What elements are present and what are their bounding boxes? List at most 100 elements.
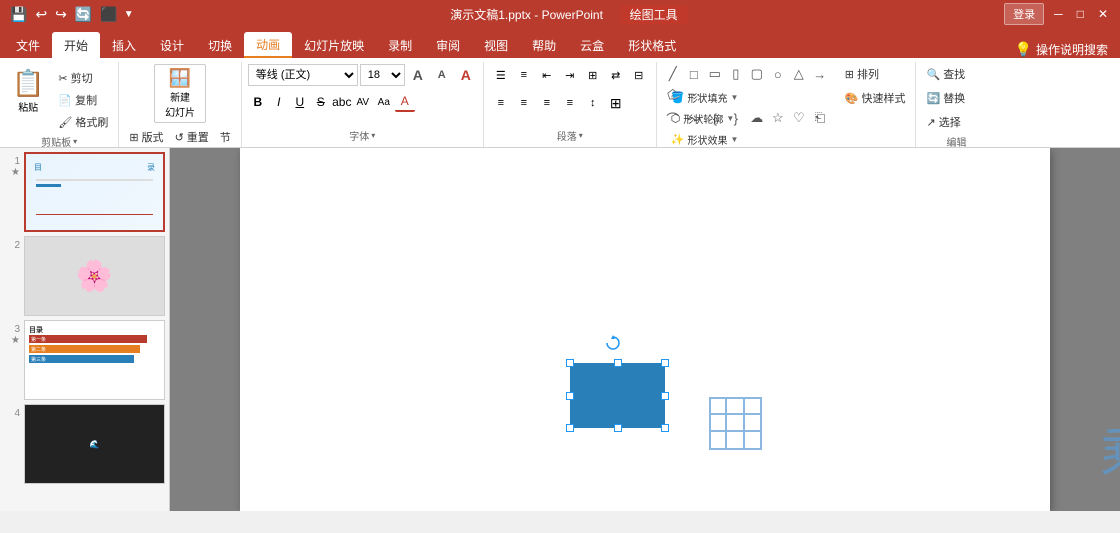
select-button[interactable]: ↗ 选择 [922,112,964,132]
tab-animation[interactable]: 动画 [244,32,292,58]
font-grow-button[interactable]: A [407,64,429,86]
tab-transition[interactable]: 切换 [196,32,244,58]
search-description-label[interactable]: 操作说明搜索 [1036,41,1108,58]
section-button[interactable]: 节 [216,127,235,147]
font-family-select[interactable]: 等线 (正文) [248,64,358,86]
refresh-icon[interactable]: 🔄 [73,4,94,25]
font-size-select[interactable]: 18 [360,64,405,86]
slide-item-4[interactable]: 4 🌊 [4,404,165,484]
slide-item-2[interactable]: 2 🌸 [4,236,165,316]
paragraph-expand-icon[interactable]: ▾ [579,131,583,140]
shape-rect2-btn[interactable]: ▭ [705,64,725,84]
slide-item-1[interactable]: 1 ★ 目录 [4,152,165,232]
handle-bl[interactable] [566,424,574,432]
tab-insert[interactable]: 插入 [100,32,148,58]
canvas-area[interactable]: 乘 • 汇报 人 名 工作意结 工作总结 单击此处添加副标题内容 工作总结 工 … [170,148,1120,511]
tab-record[interactable]: 录制 [376,32,424,58]
align-right-button[interactable]: ≡ [536,92,558,114]
save-icon[interactable]: 💾 [8,4,29,25]
paste-button[interactable]: 📋 粘贴 [6,64,50,118]
replace-button[interactable]: 🔄 替换 [922,88,969,108]
line-spacing-button[interactable]: ↕ [582,92,604,114]
font-color-button[interactable]: A [395,92,415,112]
bullets-button[interactable]: ☰ [490,64,512,86]
shadow-button[interactable]: abc [332,92,352,112]
redo-icon[interactable]: ↪ [53,4,69,25]
handle-ml[interactable] [566,392,574,400]
slide-thumb-4[interactable]: 🌊 [24,404,165,484]
undo-icon[interactable]: ↩ [33,4,49,25]
shape-outline-button[interactable]: ⬡ 形状轮廓 ▼ [667,109,910,128]
justify-button[interactable]: ≡ [559,92,581,114]
table-element[interactable] [708,396,763,464]
shape-circle-btn[interactable]: ○ [768,64,788,84]
tab-home[interactable]: 开始 [52,32,100,58]
smart-art-button[interactable]: ⊟ [628,64,650,86]
fill-icon: 🪣 [671,91,685,104]
text-direction-button[interactable]: ⇄ [605,64,627,86]
underline-button[interactable]: U [290,92,310,112]
shape-arrow-btn[interactable]: → [810,64,830,84]
decrease-indent-button[interactable]: ⇤ [536,64,558,86]
handle-bm[interactable] [614,424,622,432]
save2-icon[interactable]: ⬛ [98,4,119,25]
convert-smartart-button[interactable]: ⊞ [605,92,627,114]
tab-help[interactable]: 帮助 [520,32,568,58]
bold-button[interactable]: B [248,92,268,112]
strikethrough-button[interactable]: S [311,92,331,112]
minimize-icon[interactable]: ─ [1050,3,1067,25]
tab-file[interactable]: 文件 [4,32,52,58]
clear-format-button[interactable]: A [455,64,477,86]
cut-button[interactable]: ✂ 剪切 [54,68,112,88]
selected-shape[interactable] [570,363,665,428]
slide-thumb-1[interactable]: 目录 [24,152,165,232]
new-slide-button[interactable]: 🪟 新建 幻灯片 [154,64,206,123]
reset-button[interactable]: ↺ 重置 [171,127,213,147]
arrange-button[interactable]: ⊞ 排列 [841,64,910,84]
slide-thumb-3[interactable]: 目录 第一条 第二条 第三条 [24,320,165,400]
login-button[interactable]: 登录 [1004,3,1044,25]
change-case-button[interactable]: Aa [374,92,394,112]
rotation-handle[interactable] [603,333,623,353]
clipboard-expand-icon[interactable]: ▾ [73,137,77,146]
copy-icon: 📄 [58,94,72,107]
handle-tl[interactable] [566,359,574,367]
tab-yunhe[interactable]: 云盒 [568,32,616,58]
slide-canvas[interactable]: 乘 • 汇报 人 名 工作意结 工作总结 单击此处添加副标题内容 工作总结 工 … [240,148,1050,511]
columns-button[interactable]: ⊞ [582,64,604,86]
format-painter-button[interactable]: 🖌 格式刷 [54,112,112,132]
handle-mr[interactable] [661,392,669,400]
handle-tr[interactable] [661,359,669,367]
close-icon[interactable]: ✕ [1094,3,1112,25]
increase-indent-button[interactable]: ⇥ [559,64,581,86]
tab-view[interactable]: 视图 [472,32,520,58]
shape-rect-btn[interactable]: □ [684,64,704,84]
layout-button[interactable]: ⊞ 版式 [125,127,167,147]
restore-icon[interactable]: □ [1073,3,1088,25]
shape-line-btn[interactable]: ╱ [663,64,683,84]
shape-tri-btn[interactable]: △ [789,64,809,84]
numbering-button[interactable]: ≡ [513,64,535,86]
italic-button[interactable]: I [269,92,289,112]
chinese-char-element[interactable]: 乘 [1100,408,1120,488]
align-left-button[interactable]: ≡ [490,92,512,114]
tab-slideshow[interactable]: 幻灯片放映 [292,32,376,58]
find-button[interactable]: 🔍 查找 [922,64,969,84]
shape-rect3-btn[interactable]: ▯ [726,64,746,84]
slide-item-3[interactable]: 3 ★ 目录 第一条 第二条 第三条 [4,320,165,400]
tab-design[interactable]: 设计 [148,32,196,58]
shape-round-btn[interactable]: ▢ [747,64,767,84]
copy-button[interactable]: 📄 复制 [54,90,112,110]
handle-br[interactable] [661,424,669,432]
align-center-button[interactable]: ≡ [513,92,535,114]
tab-shape-format[interactable]: 形状格式 [616,32,688,58]
dropdown-icon[interactable]: ▼ [124,9,134,20]
shape-effect-button[interactable]: ✨ 形状效果 ▼ [667,130,910,149]
shape-fill-button[interactable]: 🪣 形状填充 ▼ [667,88,910,107]
handle-tm[interactable] [614,359,622,367]
tab-review[interactable]: 审阅 [424,32,472,58]
slide-thumb-2[interactable]: 🌸 [24,236,165,316]
font-expand-icon[interactable]: ▾ [371,131,375,140]
font-shrink-button[interactable]: A [431,64,453,86]
char-spacing-button[interactable]: AV [353,92,373,112]
